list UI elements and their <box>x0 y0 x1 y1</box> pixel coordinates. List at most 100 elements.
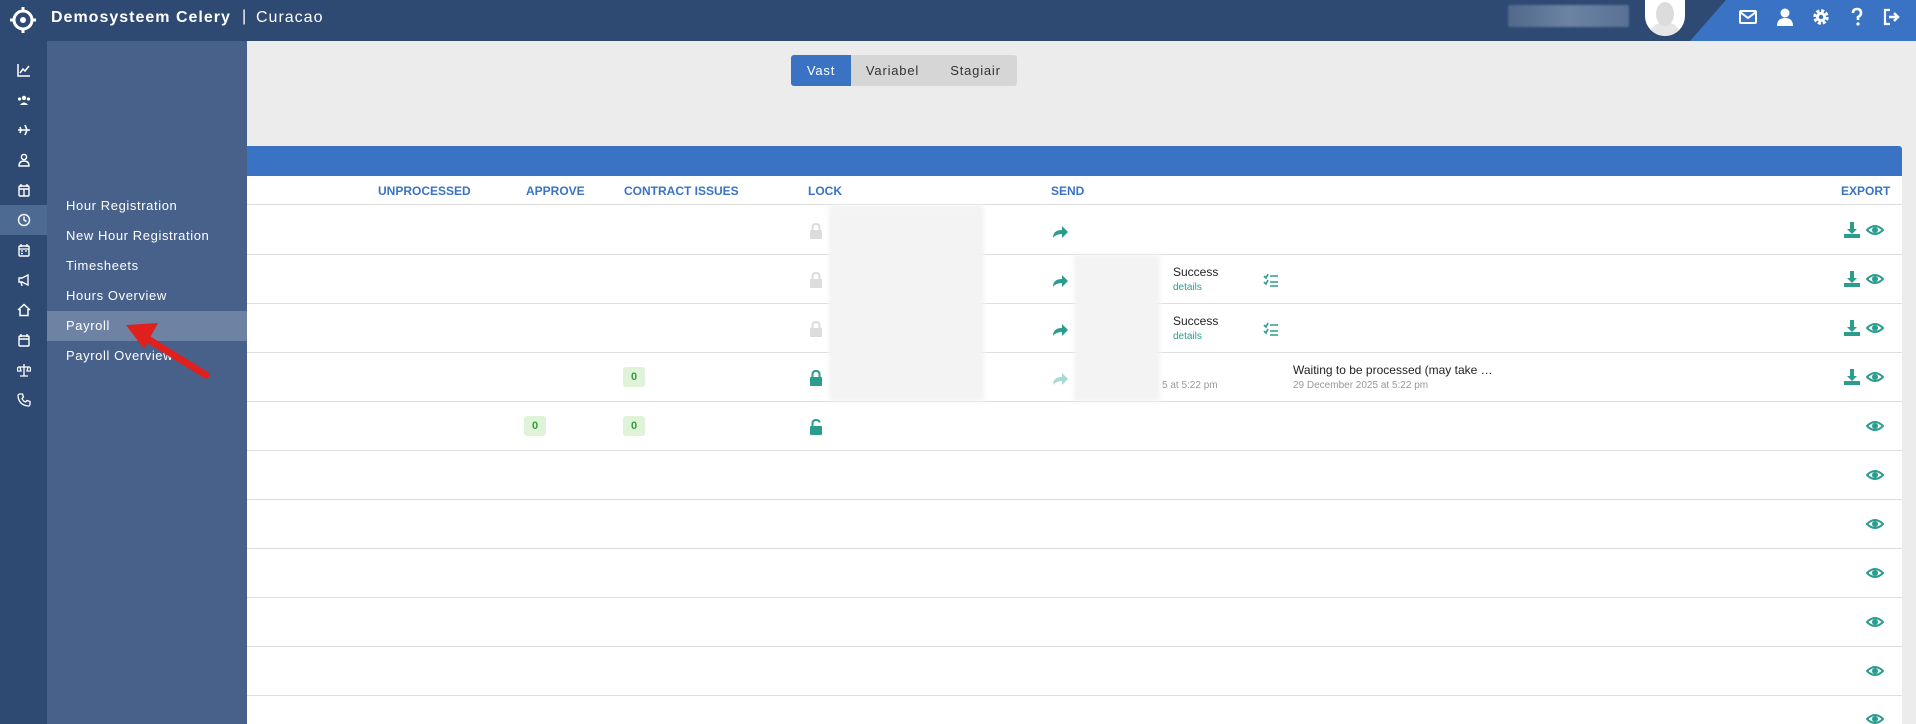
download-icon[interactable] <box>1843 368 1861 386</box>
eye-icon[interactable] <box>1866 613 1884 631</box>
row-divider <box>247 597 1902 598</box>
logout-icon[interactable] <box>1881 6 1903 28</box>
eye-icon[interactable] <box>1866 270 1884 288</box>
column-header-export: EXPORT <box>1841 184 1891 198</box>
status-text: Success <box>1173 265 1219 279</box>
eye-icon[interactable] <box>1866 319 1884 337</box>
pointer-arrow-annotation <box>126 323 210 379</box>
sidebar-icon-plane[interactable] <box>0 115 47 145</box>
contract-issues-badge[interactable]: 0 <box>623 416 645 436</box>
plane-icon <box>17 124 30 136</box>
download-icon[interactable] <box>1843 319 1861 337</box>
calendar-icon <box>17 244 30 257</box>
gear-icon[interactable] <box>1810 6 1832 28</box>
row-divider <box>247 499 1902 500</box>
row-divider <box>247 548 1902 549</box>
sent-timestamp: 5 at 5:22 pm <box>1162 380 1218 391</box>
row-divider <box>247 695 1902 696</box>
send-icon[interactable] <box>1051 271 1069 289</box>
row-divider <box>247 204 1902 205</box>
status-text: Success <box>1173 314 1219 328</box>
eye-icon[interactable] <box>1866 515 1884 533</box>
column-header-approve: APPROVE <box>526 184 585 198</box>
user-name-redacted <box>1508 5 1629 27</box>
row-divider <box>247 450 1902 451</box>
megaphone-icon <box>17 273 29 287</box>
user-icon[interactable] <box>1774 6 1796 28</box>
checklist-icon[interactable] <box>1262 320 1280 338</box>
sidebar-icon-megaphone[interactable] <box>0 265 47 295</box>
brand-separator: | <box>242 8 247 25</box>
send-disabled-icon <box>1053 373 1068 385</box>
submenu-item-timesheets[interactable]: Timesheets <box>47 251 247 281</box>
processing-date: 29 December 2025 at 5:22 pm <box>1293 380 1429 391</box>
person-icon <box>17 153 30 167</box>
tab-stagiair[interactable]: Stagiair <box>934 55 1017 86</box>
column-header-contract-issues: CONTRACT ISSUES <box>624 184 739 198</box>
home-icon <box>16 303 31 317</box>
sidebar-icon-person[interactable] <box>0 145 47 175</box>
envelope-icon[interactable] <box>1737 6 1759 28</box>
sidebar-icon-calendar-blank[interactable] <box>0 325 47 355</box>
eye-icon[interactable] <box>1866 368 1884 386</box>
calendar-gift-icon <box>17 184 30 197</box>
sidebar-icon-users[interactable] <box>0 85 47 115</box>
lock-disabled-icon <box>810 320 822 337</box>
submenu-item-hours-overview[interactable]: Hours Overview <box>47 281 247 311</box>
send-icon[interactable] <box>1051 320 1069 338</box>
redacted-lock-details <box>829 205 984 401</box>
top-bar: Demosysteem Celery | Curacao <box>0 0 1916 41</box>
lock-disabled-icon <box>810 271 822 288</box>
row-divider <box>247 646 1902 647</box>
calendar-blank-icon <box>17 334 30 347</box>
column-header-send: SEND <box>1051 184 1085 198</box>
approve-badge[interactable]: 0 <box>524 416 546 436</box>
table-header-bar <box>247 146 1902 176</box>
sidebar-icon-calendar[interactable] <box>0 235 47 265</box>
organization-name: Curacao <box>256 9 324 26</box>
row-divider <box>247 401 1902 402</box>
checklist-icon[interactable] <box>1262 271 1280 289</box>
phone-icon <box>16 393 31 407</box>
lock-disabled-icon <box>810 222 822 239</box>
sidebar-icon-chart[interactable] <box>0 55 47 85</box>
processing-message: Waiting to be processed (may take … <box>1293 363 1493 377</box>
sidebar-icon-strip <box>0 41 47 724</box>
eye-icon[interactable] <box>1866 221 1884 239</box>
scale-icon <box>16 364 31 377</box>
send-icon[interactable] <box>1051 222 1069 240</box>
unlock-icon[interactable] <box>807 418 825 436</box>
download-icon[interactable] <box>1843 270 1861 288</box>
column-header-lock: LOCK <box>808 184 842 198</box>
avatar[interactable] <box>1645 0 1685 36</box>
details-link[interactable]: details <box>1173 282 1202 293</box>
app-brand: Demosysteem Celery <box>51 9 231 26</box>
sidebar-icon-scale[interactable] <box>0 355 47 385</box>
redacted-send-details <box>1074 255 1160 401</box>
tab-vast[interactable]: Vast <box>791 55 851 86</box>
help-icon[interactable] <box>1846 6 1868 28</box>
chart-icon <box>16 64 30 77</box>
tab-group: Vast Variabel Stagiair <box>791 55 1017 86</box>
column-header-unprocessed: UNPROCESSED <box>378 184 471 198</box>
clock-icon <box>17 213 30 227</box>
submenu-item-new-hour-registration[interactable]: New Hour Registration <box>47 221 247 251</box>
eye-icon[interactable] <box>1866 564 1884 582</box>
sidebar-icon-home[interactable] <box>0 295 47 325</box>
contract-issues-badge[interactable]: 0 <box>623 367 645 387</box>
submenu-panel: Hour Registration New Hour Registration … <box>47 41 247 724</box>
gear-logo-icon[interactable] <box>10 6 36 34</box>
lock-icon[interactable] <box>807 369 825 387</box>
tab-variabel[interactable]: Variabel <box>851 55 934 86</box>
eye-icon[interactable] <box>1866 662 1884 680</box>
eye-icon[interactable] <box>1866 710 1884 724</box>
download-icon[interactable] <box>1843 221 1861 239</box>
sidebar-icon-phone[interactable] <box>0 385 47 415</box>
sidebar-icon-calendar-gift[interactable] <box>0 175 47 205</box>
sidebar-icon-clock[interactable] <box>0 205 47 235</box>
details-link[interactable]: details <box>1173 331 1202 342</box>
users-icon <box>17 95 30 105</box>
eye-icon[interactable] <box>1866 417 1884 435</box>
submenu-item-hour-registration[interactable]: Hour Registration <box>47 191 247 221</box>
eye-icon[interactable] <box>1866 466 1884 484</box>
